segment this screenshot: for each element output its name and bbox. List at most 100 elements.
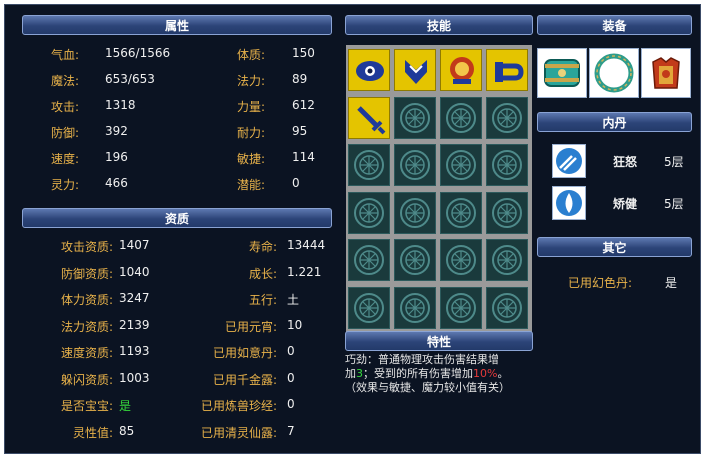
attr-label: 魔法:: [51, 74, 80, 88]
aptitude-label: 已用如意丹:: [212, 346, 277, 360]
skill-slot-empty[interactable]: [394, 191, 436, 234]
inner-dan-name: 矫健: [613, 197, 638, 211]
aptitude-value: 土: [287, 293, 300, 307]
aptitude-value: 0: [287, 344, 295, 358]
attr-label: 法力:: [237, 74, 266, 88]
aptitude-label: 是否宝宝:: [60, 399, 113, 413]
equip-slot-necklace[interactable]: [589, 48, 639, 98]
aptitude-value: 是: [119, 399, 132, 413]
skill-slot[interactable]: [440, 49, 482, 91]
empty-slot-icon: [354, 245, 384, 275]
skill-slot-empty[interactable]: [486, 144, 528, 186]
horn-skill-icon: [495, 62, 524, 82]
trait-line-2: 加3；受到的所有伤害增加10%。: [345, 367, 535, 381]
trait-text: 。: [497, 367, 509, 380]
attr-value: 114: [292, 150, 315, 164]
empty-slot-icon: [400, 292, 430, 323]
equip-slot-armor[interactable]: [641, 48, 691, 98]
attr-value: 466: [105, 176, 128, 190]
skill-slot-empty[interactable]: [348, 239, 390, 281]
pet-info-panel: 属性 资质 技能 特性 巧劲：普通物理攻击伤害结果增 加3；受到的所有伤害增加1…: [4, 4, 701, 454]
empty-slot-icon: [400, 245, 430, 275]
other-value: 是: [665, 276, 678, 290]
aptitude-label: 五行:: [248, 293, 277, 307]
aptitude-label: 攻击资质:: [60, 240, 113, 254]
inner-dan-slot[interactable]: [552, 186, 586, 220]
skill-slot-empty[interactable]: [486, 239, 528, 281]
empty-slot-icon: [446, 150, 476, 180]
inner-dan-slot[interactable]: [552, 144, 586, 178]
empty-slot-icon: [354, 150, 384, 180]
skill-slot-empty[interactable]: [394, 286, 436, 329]
aptitude-header: 资质: [22, 208, 332, 228]
attr-label: 气血:: [51, 48, 80, 62]
necklace-icon: [594, 53, 634, 93]
attr-label: 力量:: [237, 100, 266, 114]
aptitude-value: 1003: [119, 370, 150, 385]
aptitude-label: 躲闪资质:: [60, 372, 113, 387]
aptitude-value: 85: [119, 423, 135, 438]
trait-text: 加: [345, 367, 356, 380]
attr-value: 196: [105, 150, 128, 164]
traits-header: 特性: [345, 331, 533, 351]
skill-slot-empty[interactable]: [394, 239, 436, 281]
skill-slot-empty[interactable]: [440, 96, 482, 139]
aptitude-label: 已用元宵:: [224, 319, 277, 334]
attr-label: 敏捷:: [237, 152, 266, 166]
skill-slot-empty[interactable]: [348, 286, 390, 329]
attr-value: 0: [292, 176, 300, 190]
equip-slot-armguard[interactable]: [537, 48, 587, 98]
aptitude-label: 已用清灵仙露:: [200, 425, 277, 440]
traits-text: 巧劲：普通物理攻击伤害结果增 加3；受到的所有伤害增加10%。 （效果与敏捷、魔…: [345, 353, 535, 395]
agility-dan-icon: [556, 190, 582, 216]
skill-slot[interactable]: [486, 49, 528, 91]
skill-slot[interactable]: [348, 96, 390, 139]
skill-slot-empty[interactable]: [440, 286, 482, 329]
aptitude-value: 1193: [119, 344, 150, 358]
trait-line-1: 巧劲：普通物理攻击伤害结果增: [345, 353, 499, 366]
aptitude-value: 13444: [287, 238, 326, 252]
inner-dan-name: 狂怒: [613, 155, 638, 169]
empty-slot-icon: [446, 197, 476, 228]
skill-slot-empty[interactable]: [440, 191, 482, 234]
aptitude-value: 2139: [119, 317, 150, 332]
skill-slot[interactable]: [394, 49, 436, 91]
attr-value: 1318: [105, 98, 136, 112]
armor-icon: [652, 57, 680, 89]
skill-slot-empty[interactable]: [486, 96, 528, 139]
skill-grid: [346, 45, 532, 333]
empty-slot-icon: [354, 292, 384, 323]
aptitude-label: 法力资质:: [60, 319, 113, 334]
skill-slot[interactable]: [348, 49, 390, 91]
aptitude-label: 防御资质:: [60, 266, 113, 281]
skill-slot-empty[interactable]: [486, 286, 528, 329]
attr-value: 392: [105, 124, 128, 138]
aptitude-label: 体力资质:: [60, 293, 113, 307]
trait-bonus-value: 3: [356, 367, 363, 380]
skill-slot-empty[interactable]: [486, 191, 528, 234]
aptitude-label: 已用千金露:: [212, 372, 277, 387]
skill-slot-empty[interactable]: [394, 96, 436, 139]
aptitude-value: 10: [287, 317, 303, 332]
attr-value: 95: [292, 124, 308, 138]
skill-slot-empty[interactable]: [348, 144, 390, 186]
empty-slot-icon: [446, 292, 476, 323]
attr-label: 体质:: [237, 48, 266, 62]
rage-dan-icon: [556, 148, 582, 174]
eye-skill-icon: [356, 61, 384, 81]
aptitude-label: 灵性值:: [72, 425, 113, 440]
skill-slot-empty[interactable]: [348, 191, 390, 234]
attr-label: 灵力:: [51, 178, 80, 192]
attr-value: 1566/1566: [105, 46, 171, 60]
skill-slot-empty[interactable]: [394, 144, 436, 186]
other-header: 其它: [537, 237, 692, 257]
trait-line-3: （效果与敏捷、魔力较小值有关）: [345, 381, 510, 394]
skills-header: 技能: [345, 15, 533, 35]
skill-slot-empty[interactable]: [440, 144, 482, 186]
attr-label: 攻击:: [51, 100, 80, 114]
aptitude-value: 0: [287, 397, 295, 411]
empty-slot-icon: [492, 102, 522, 133]
aptitude-value: 1.221: [287, 264, 322, 279]
skill-slot-empty[interactable]: [440, 239, 482, 281]
shield-skill-icon: [405, 60, 427, 84]
